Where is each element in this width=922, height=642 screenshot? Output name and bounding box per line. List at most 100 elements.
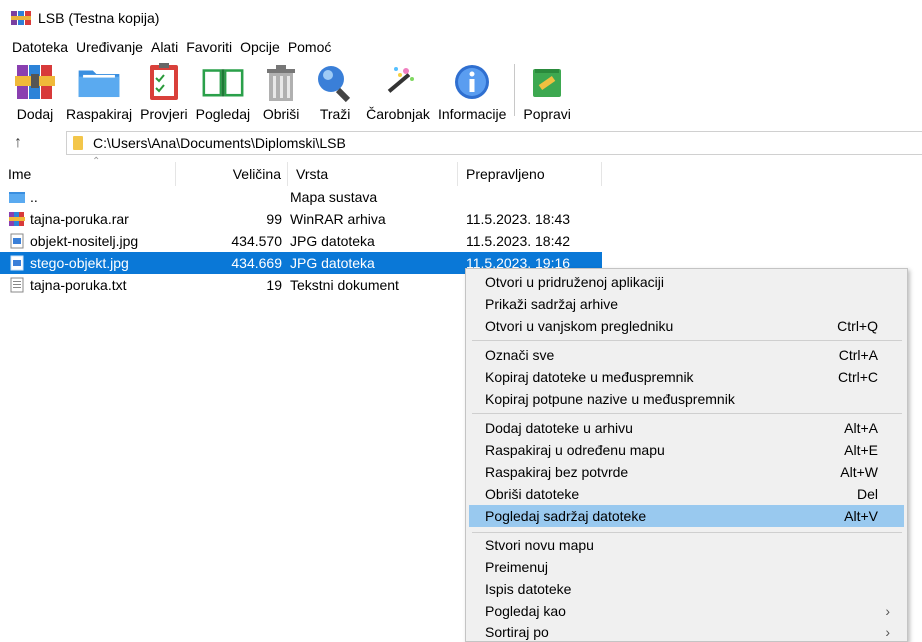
menu-pomoc[interactable]: Pomoć	[284, 39, 336, 55]
column-header-modified[interactable]: Prepravljeno	[458, 162, 602, 186]
title-bar: LSB (Testna kopija)	[0, 0, 922, 36]
delete-button[interactable]: Obriši	[254, 58, 308, 126]
test-icon	[141, 60, 187, 104]
view-icon	[200, 60, 246, 104]
ctx-sort-by[interactable]: Sortiraj po ›	[469, 622, 904, 642]
ctx-rename[interactable]: Preimenuj	[469, 556, 904, 578]
file-name: tajna-poruka.txt	[30, 277, 127, 293]
view-button-label: Pogledaj	[195, 106, 251, 122]
ctx-open-external-viewer[interactable]: Otvori u vanjskom pregledniku Ctrl+Q	[469, 315, 904, 337]
ctx-label: Prikaži sadržaj arhive	[485, 296, 619, 312]
sort-caret-icon: ⌃	[92, 156, 101, 167]
column-header-name[interactable]: Ime ⌃	[0, 156, 176, 186]
ctx-label: Označi sve	[485, 347, 555, 363]
ctx-copy-full-names[interactable]: Kopiraj potpune nazive u međuspremnik	[469, 388, 904, 410]
add-button[interactable]: Dodaj	[8, 58, 62, 126]
info-button[interactable]: Informacije	[434, 58, 510, 126]
ctx-shortcut: Alt+W	[840, 464, 878, 480]
ctx-label: Dodaj datoteke u arhivu	[485, 420, 633, 436]
image-file-icon	[8, 233, 26, 249]
toolbar-separator	[514, 64, 516, 116]
file-size: 434.570	[231, 233, 282, 249]
file-type: JPG datoteka	[290, 255, 375, 271]
repair-button[interactable]: Popravi	[519, 58, 574, 126]
ctx-label: Raspakiraj u određenu mapu	[485, 442, 665, 458]
file-row-tajna-poruka-rar[interactable]: tajna-poruka.rar 99 WinRAR arhiva 11.5.2…	[0, 208, 602, 230]
ctx-view-as[interactable]: Pogledaj kao ›	[469, 600, 904, 622]
ctx-label: Stvori novu mapu	[485, 537, 594, 553]
test-button-label: Provjeri	[140, 106, 188, 122]
view-button[interactable]: Pogledaj	[192, 58, 255, 126]
menu-separator	[472, 340, 902, 341]
folder-icon	[73, 136, 83, 150]
add-button-label: Dodaj	[16, 106, 54, 122]
folder-icon	[8, 189, 26, 205]
rar-file-icon	[8, 211, 26, 227]
ctx-create-folder[interactable]: Stvori novu mapu	[469, 534, 904, 556]
file-name: tajna-poruka.rar	[30, 211, 129, 227]
find-button-label: Traži	[319, 106, 351, 122]
ctx-add-to-archive[interactable]: Dodaj datoteke u arhivu Alt+A	[469, 417, 904, 439]
ctx-shortcut: Alt+A	[844, 420, 878, 436]
column-header-size[interactable]: Veličina	[176, 162, 288, 186]
ctx-copy-files[interactable]: Kopiraj datoteke u međuspremnik Ctrl+C	[469, 366, 904, 388]
extract-icon	[76, 60, 122, 104]
ctx-label: Kopiraj potpune nazive u međuspremnik	[485, 391, 735, 407]
ctx-extract-to-folder[interactable]: Raspakiraj u određenu mapu Alt+E	[469, 439, 904, 461]
find-icon	[312, 60, 358, 104]
column-type-label: Vrsta	[296, 166, 329, 182]
info-icon	[449, 60, 495, 104]
up-arrow-icon[interactable]: ↑	[0, 134, 36, 152]
extract-button[interactable]: Raspakiraj	[62, 58, 136, 126]
column-name-label: Ime	[8, 166, 32, 182]
file-type: JPG datoteka	[290, 233, 375, 249]
text-file-icon	[8, 277, 26, 293]
file-modified: 11.5.2023. 18:42	[466, 233, 571, 249]
menu-datoteka[interactable]: Datoteka	[8, 39, 72, 55]
file-row-objekt-nositelj-jpg[interactable]: objekt-nositelj.jpg 434.570 JPG datoteka…	[0, 230, 602, 252]
wizard-button[interactable]: Čarobnjak	[362, 58, 434, 126]
toolbar: Dodaj Raspakiraj Provjeri Pogledaj Obriš…	[0, 58, 922, 126]
column-size-label: Veličina	[232, 166, 281, 182]
ctx-open-associated[interactable]: Otvori u pridruženoj aplikaciji	[469, 271, 904, 293]
image-file-icon	[8, 255, 26, 271]
ctx-select-all[interactable]: Označi sve Ctrl+A	[469, 344, 904, 366]
file-modified: 11.5.2023. 18:43	[466, 211, 571, 227]
ctx-extract-without-confirm[interactable]: Raspakiraj bez potvrde Alt+W	[469, 461, 904, 483]
ctx-label: Sortiraj po	[485, 624, 549, 640]
repair-button-label: Popravi	[523, 106, 571, 122]
file-name: ..	[30, 189, 38, 205]
menu-favoriti[interactable]: Favoriti	[182, 39, 236, 55]
menu-separator	[472, 413, 902, 414]
ctx-print-file[interactable]: Ispis datoteke	[469, 578, 904, 600]
path-text: C:\Users\Ana\Documents\Diplomski\LSB	[93, 135, 346, 151]
delete-button-label: Obriši	[262, 106, 300, 122]
ctx-delete-files[interactable]: Obriši datoteke Del	[469, 483, 904, 505]
file-size: 99	[266, 211, 282, 227]
info-button-label: Informacije	[437, 106, 507, 122]
wizard-button-label: Čarobnjak	[366, 106, 430, 122]
find-button[interactable]: Traži	[308, 58, 362, 126]
context-menu: Otvori u pridruženoj aplikaciji Prikaži …	[465, 268, 908, 642]
file-name: objekt-nositelj.jpg	[30, 233, 139, 249]
menu-opcije[interactable]: Opcije	[236, 39, 284, 55]
chevron-right-icon: ›	[885, 624, 890, 640]
test-button[interactable]: Provjeri	[136, 58, 191, 126]
ctx-view-file-contents[interactable]: Pogledaj sadržaj datoteke Alt+V	[469, 505, 904, 527]
extract-button-label: Raspakiraj	[66, 106, 133, 122]
column-header-type[interactable]: Vrsta	[288, 162, 458, 186]
path-field[interactable]: C:\Users\Ana\Documents\Diplomski\LSB	[66, 131, 922, 155]
file-row-parent[interactable]: .. Mapa sustava	[0, 186, 602, 208]
address-bar: ↑ C:\Users\Ana\Documents\Diplomski\LSB	[0, 130, 922, 156]
ctx-show-archive-contents[interactable]: Prikaži sadržaj arhive	[469, 293, 904, 315]
column-modified-label: Prepravljeno	[466, 166, 545, 182]
ctx-shortcut: Ctrl+Q	[837, 318, 878, 334]
ctx-shortcut: Alt+V	[844, 508, 878, 524]
delete-icon	[258, 60, 304, 104]
file-size: 19	[266, 277, 282, 293]
menu-alati[interactable]: Alati	[147, 39, 182, 55]
ctx-label: Ispis datoteke	[485, 581, 572, 597]
repair-icon	[524, 60, 570, 104]
menu-uredivanje[interactable]: Uređivanje	[72, 39, 147, 55]
ctx-label: Obriši datoteke	[485, 486, 580, 502]
